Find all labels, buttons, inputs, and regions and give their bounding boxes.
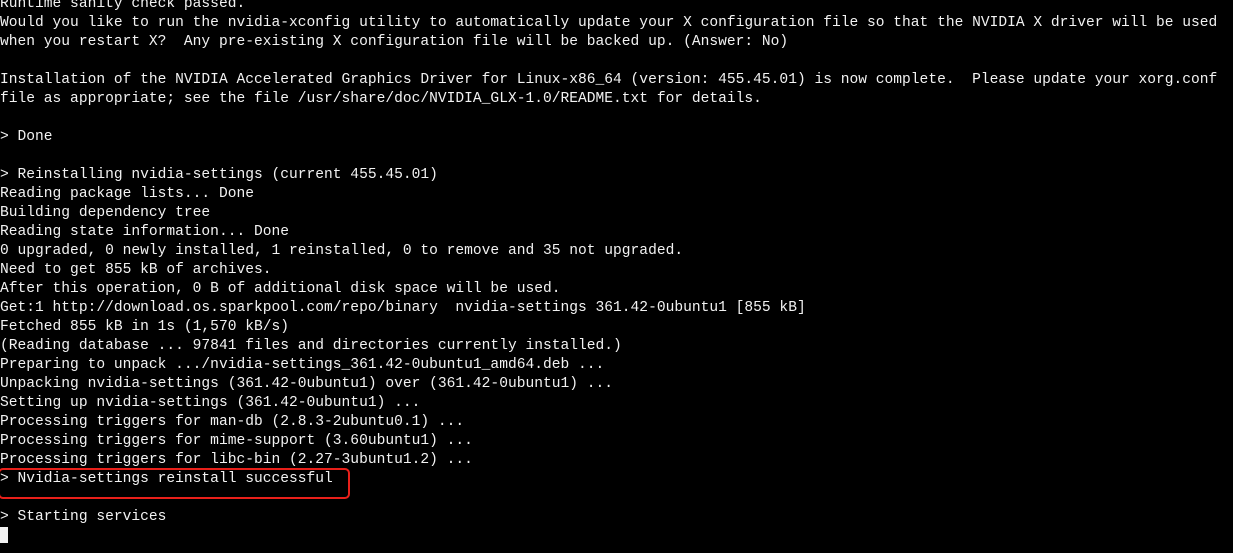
terminal-line: Need to get 855 kB of archives.: [0, 262, 272, 278]
terminal-line: Reading state information... Done: [0, 224, 290, 240]
terminal-line: Installation of the NVIDIA Accelerated G…: [0, 72, 1218, 88]
terminal-line: Reading package lists... Done: [0, 186, 254, 202]
terminal-line: Preparing to unpack .../nvidia-settings_…: [0, 357, 605, 373]
cursor: [0, 527, 8, 543]
terminal-line: file as appropriate; see the file /usr/s…: [0, 91, 762, 107]
terminal-line: Processing triggers for mime-support (3.…: [0, 433, 473, 449]
terminal-line: > Reinstalling nvidia-settings (current …: [0, 167, 438, 183]
terminal-output: Runtime sanity check passed. Would you li…: [0, 0, 1233, 546]
highlight-box: [0, 468, 350, 499]
terminal-line: Building dependency tree: [0, 205, 211, 221]
terminal-line: Would you like to run the nvidia-xconfig…: [0, 15, 1218, 31]
terminal-line: (Reading database ... 97841 files and di…: [0, 338, 622, 354]
terminal-line: Unpacking nvidia-settings (361.42-0ubunt…: [0, 376, 614, 392]
prompt-line[interactable]: [0, 527, 1233, 546]
terminal-line: > Starting services: [0, 509, 167, 525]
terminal-line: Setting up nvidia-settings (361.42-0ubun…: [0, 395, 421, 411]
terminal-line: when you restart X? Any pre-existing X c…: [0, 34, 789, 50]
terminal-line: Get:1 http://download.os.sparkpool.com/r…: [0, 300, 806, 316]
terminal-line: Processing triggers for man-db (2.8.3-2u…: [0, 414, 465, 430]
terminal-line: Fetched 855 kB in 1s (1,570 kB/s): [0, 319, 290, 335]
terminal-line: Runtime sanity check passed.: [0, 0, 246, 12]
terminal-line: 0 upgraded, 0 newly installed, 1 reinsta…: [0, 243, 684, 259]
terminal-line: > Done: [0, 129, 53, 145]
terminal-line: After this operation, 0 B of additional …: [0, 281, 561, 297]
